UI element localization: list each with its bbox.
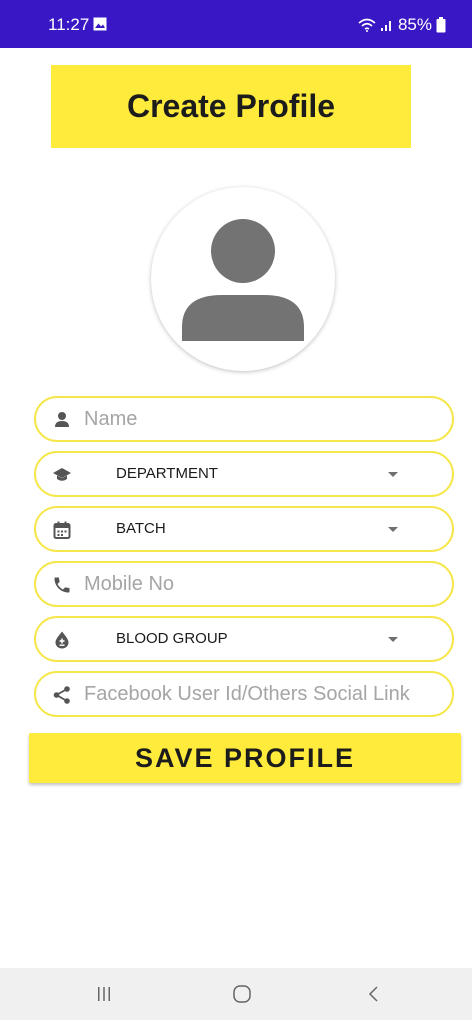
social-link-input[interactable]: Facebook User Id/Others Social Link xyxy=(34,671,454,717)
share-icon xyxy=(52,685,72,705)
batch-value: BATCH xyxy=(116,520,166,537)
mobile-placeholder: Mobile No xyxy=(84,573,175,595)
mobile-input[interactable]: Mobile No xyxy=(34,561,454,607)
department-select[interactable]: DEPARTMENT xyxy=(34,451,454,497)
batch-select[interactable]: BATCH xyxy=(34,506,454,552)
image-icon xyxy=(93,16,107,31)
department-value: DEPARTMENT xyxy=(116,465,218,482)
status-right: 85% xyxy=(358,15,446,35)
chevron-down-icon xyxy=(388,637,398,642)
chevron-down-icon xyxy=(388,527,398,532)
person-icon xyxy=(52,410,72,430)
battery-text: 85% xyxy=(397,15,432,34)
name-input[interactable]: Name xyxy=(34,396,454,442)
battery-icon xyxy=(436,17,446,33)
person-icon xyxy=(182,219,304,341)
social-link-placeholder: Facebook User Id/Others Social Link xyxy=(84,683,410,705)
blood-drop-icon xyxy=(52,630,72,650)
avatar[interactable] xyxy=(151,187,335,371)
status-bar: 11:27 85% xyxy=(0,0,472,48)
signal-icon xyxy=(380,18,394,32)
blood-group-value: BLOOD GROUP xyxy=(116,630,228,647)
header-banner: Create Profile xyxy=(51,65,411,148)
calendar-icon xyxy=(52,520,72,540)
name-placeholder: Name xyxy=(84,408,138,430)
home-icon[interactable] xyxy=(230,982,254,1006)
phone-icon xyxy=(52,575,72,595)
status-time: 11:27 xyxy=(48,15,90,34)
back-icon[interactable] xyxy=(362,982,386,1006)
save-profile-button[interactable]: SAVE PROFILE xyxy=(29,733,461,783)
system-nav-bar xyxy=(0,968,472,1020)
recent-apps-icon[interactable] xyxy=(92,982,116,1006)
graduation-cap-icon xyxy=(52,465,72,485)
blood-group-select[interactable]: BLOOD GROUP xyxy=(34,616,454,662)
chevron-down-icon xyxy=(388,472,398,477)
wifi-icon xyxy=(358,18,376,32)
page-title: Create Profile xyxy=(126,88,336,124)
